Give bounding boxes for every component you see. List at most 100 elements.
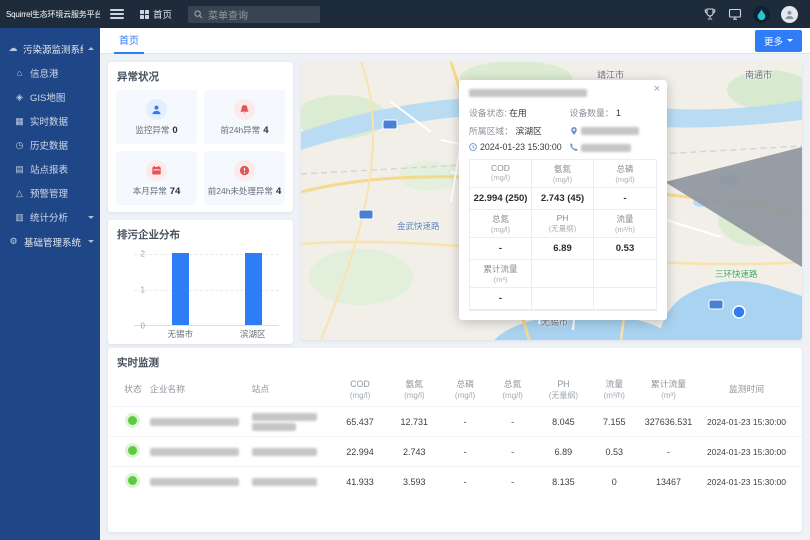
nh3-cell: 12.731 xyxy=(387,417,441,427)
col-header-氨氮: 氨氮(mg/l) xyxy=(387,379,441,401)
pin-icon xyxy=(570,127,578,135)
map-label-三环快速路: 三环快速路 xyxy=(715,268,758,280)
info-icon: ⌂ xyxy=(14,68,25,78)
history-icon: ◷ xyxy=(14,140,25,151)
flow-cell: 0.53 xyxy=(591,447,638,457)
popup-metric-header-PH: PH(无量纲) xyxy=(532,210,594,238)
flow-cell: 7.155 xyxy=(591,417,638,427)
menu-toggle-icon[interactable] xyxy=(110,9,124,19)
popup-metric-value-总磷: - xyxy=(594,188,656,210)
enterprise-distribution-panel: 排污企业分布 210无锡市滨湖区 xyxy=(108,220,293,344)
chart-plot-area: 210无锡市滨湖区 xyxy=(134,254,279,326)
nh3-cell: 3.593 xyxy=(387,477,441,487)
popup-metric-value-累计流量: - xyxy=(470,288,532,310)
status-cell xyxy=(116,476,150,487)
popup-metric-header-总磷: 总磷(mg/l) xyxy=(594,160,656,188)
sidebar-item-预警管理[interactable]: △预警管理 xyxy=(0,181,100,205)
realtime-table-panel: 实时监测 状态企业名称站点COD(mg/l)氨氮(mg/l)总磷(mg/l)总氮… xyxy=(108,348,802,532)
search-icon xyxy=(194,10,203,19)
warning-icon: △ xyxy=(14,188,25,199)
col-header-总氮: 总氮(mg/l) xyxy=(489,379,536,401)
chart-ytick: 1 xyxy=(133,286,145,295)
sidebar-menu-污染源监测系统[interactable]: ☁污染源监测系统 xyxy=(0,36,100,61)
topbar-actions xyxy=(703,6,810,23)
topbar: Squirrel生态环境云服务平台 首页 菜单查询 xyxy=(0,0,810,28)
col-header-企业名称: 企业名称 xyxy=(150,384,252,395)
abnormal-status-panel: 异常状况 监控异常0前24h异常4本月异常74前24h未处理异常4 xyxy=(108,62,293,212)
col-header-总磷: 总磷(mg/l) xyxy=(441,379,488,401)
menu-search-input[interactable]: 菜单查询 xyxy=(188,6,320,23)
sidebar-item-实时数据[interactable]: ▦实时数据 xyxy=(0,109,100,133)
total-flow-cell: 13467 xyxy=(638,477,699,487)
enterprise-distribution-title: 排污企业分布 xyxy=(108,220,293,246)
map-point-marker[interactable] xyxy=(733,306,745,318)
site-cell xyxy=(252,413,333,431)
popup-station-name xyxy=(469,88,657,99)
calendar-icon xyxy=(146,160,167,181)
col-header-监测时间: 监测时间 xyxy=(699,384,794,395)
more-button[interactable]: 更多 xyxy=(755,30,802,52)
tab-home[interactable]: 首页 xyxy=(114,28,144,54)
alert-icon xyxy=(234,160,255,181)
stat-card-text: 前24h未处理异常4 xyxy=(208,185,281,197)
popup-metric-empty xyxy=(532,260,594,288)
table-row[interactable]: 22.9942.743--6.890.53-2024-01-23 15:30:0… xyxy=(108,436,802,466)
map-popup: × 设备状态: 在用 设备数量： 1 所属区域： 滨湖区 2024-01-23 … xyxy=(459,80,667,320)
total-flow-cell: - xyxy=(638,447,699,457)
chart-ytick: 2 xyxy=(133,250,145,259)
stat-card-本月异常[interactable]: 本月异常74 xyxy=(116,151,197,205)
tp-cell: - xyxy=(441,477,488,487)
popup-metric-header-流量: 流量(m³/h) xyxy=(594,210,656,238)
popup-metric-value-COD: 22.994 (250) xyxy=(470,188,532,210)
close-icon[interactable]: × xyxy=(654,84,660,95)
popup-metric-empty xyxy=(594,288,656,310)
cod-cell: 22.994 xyxy=(333,447,387,457)
trophy-icon[interactable] xyxy=(703,7,717,21)
water-drop-logo-icon[interactable] xyxy=(753,6,770,23)
col-header-PH: PH(无量纲) xyxy=(536,379,590,401)
map-panel[interactable]: 靖江市南通市江阴市常州市武进区金武快速路滨湖区无锡市三环快速路 × 设备状态: … xyxy=(301,62,802,340)
report-icon: ▤ xyxy=(14,164,25,175)
col-header-COD: COD(mg/l) xyxy=(333,379,387,401)
map-label-金武快速路: 金武快速路 xyxy=(397,220,440,232)
sidebar-item-信息港[interactable]: ⌂信息港 xyxy=(0,61,100,85)
popup-device-status: 设备状态: 在用 xyxy=(469,106,570,119)
stats-icon: ▥ xyxy=(14,212,25,223)
stat-card-前24h异常[interactable]: 前24h异常4 xyxy=(204,90,285,144)
chart-xlabel: 滨湖区 xyxy=(223,328,283,340)
sidebar-menu-label: 基础管理系统 xyxy=(24,235,81,249)
sidebar-item-统计分析[interactable]: ▥统计分析 xyxy=(0,205,100,229)
table-row[interactable]: 65.43712.731--8.0457.155327636.5312024-0… xyxy=(108,406,802,436)
tn-cell: - xyxy=(489,477,536,487)
cloud-icon: ☁ xyxy=(8,43,18,54)
breadcrumb[interactable]: 首页 xyxy=(140,7,172,21)
ph-cell: 8.135 xyxy=(536,477,590,487)
enterprise-name-cell xyxy=(150,417,252,427)
avatar[interactable] xyxy=(781,6,798,23)
table-row[interactable]: 41.9333.593--8.1350134672024-01-23 15:30… xyxy=(108,466,802,496)
popup-address xyxy=(570,126,657,136)
stat-card-监控异常[interactable]: 监控异常0 xyxy=(116,90,197,144)
popup-time: 2024-01-23 15:30:00 xyxy=(469,142,570,152)
status-cell xyxy=(116,446,150,457)
sidebar-item-label: GIS地图 xyxy=(30,90,65,104)
search-placeholder: 菜单查询 xyxy=(208,7,248,22)
sidebar-item-GIS地图[interactable]: ◈GIS地图 xyxy=(0,85,100,109)
popup-phone xyxy=(570,142,657,152)
popup-metric-header-COD: COD(mg/l) xyxy=(470,160,532,188)
status-dot-online xyxy=(128,476,137,485)
tabbar: 首页 更多 xyxy=(100,28,810,54)
stat-card-前24h未处理异常[interactable]: 前24h未处理异常4 xyxy=(204,151,285,205)
tn-cell: - xyxy=(489,417,536,427)
status-dot-online xyxy=(128,416,137,425)
sidebar-item-历史数据[interactable]: ◷历史数据 xyxy=(0,133,100,157)
sidebar-menu-基础管理系统[interactable]: ⚙基础管理系统 xyxy=(0,229,100,254)
monitor-icon[interactable] xyxy=(728,7,742,21)
map-label-南通市: 南通市 xyxy=(745,68,772,81)
chevron-up-icon xyxy=(88,44,94,50)
enterprise-name-cell xyxy=(150,477,252,487)
sidebar-item-站点报表[interactable]: ▤站点报表 xyxy=(0,157,100,181)
cod-cell: 65.437 xyxy=(333,417,387,427)
sidebar-item-label: 实时数据 xyxy=(30,114,68,128)
popup-metric-value-总氮: - xyxy=(470,238,532,260)
